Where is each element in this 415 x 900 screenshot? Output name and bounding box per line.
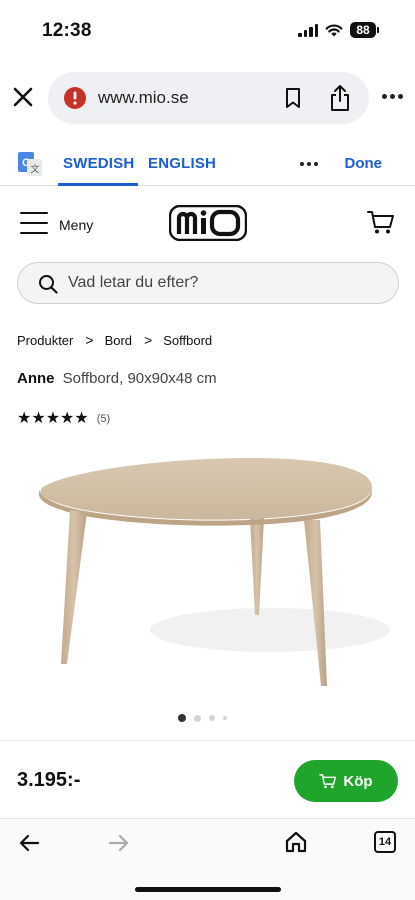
product-price: 3.195:- xyxy=(17,769,81,791)
google-translate-icon: G 文 xyxy=(18,152,42,176)
buy-button[interactable]: Köp xyxy=(294,760,398,802)
search-input[interactable] xyxy=(68,263,378,303)
browser-url-bar: www.mio.se xyxy=(0,70,415,128)
cart-icon xyxy=(319,774,337,789)
carousel-dot[interactable] xyxy=(223,716,227,720)
url-text[interactable]: www.mio.se xyxy=(98,88,189,108)
translate-done-button[interactable]: Done xyxy=(345,155,383,172)
active-tab-indicator xyxy=(58,183,138,186)
table-leg-front-left xyxy=(61,510,87,664)
tab-count-button[interactable]: 14 xyxy=(374,831,396,853)
product-description: Soffbord, 90x90x48 cm xyxy=(62,370,217,387)
buy-button-label: Köp xyxy=(343,772,373,790)
carousel-dot[interactable] xyxy=(194,714,201,722)
cellular-signal-icon xyxy=(298,23,318,37)
svg-text:文: 文 xyxy=(31,163,40,175)
status-icons: 88 xyxy=(298,22,379,38)
chevron-right-icon: > xyxy=(85,332,94,348)
menu-label[interactable]: Meny xyxy=(59,217,93,233)
back-arrow-icon[interactable] xyxy=(18,833,40,853)
translate-options-icon[interactable] xyxy=(300,162,318,166)
breadcrumb: Produkter > Bord > Soffbord xyxy=(17,332,212,348)
review-count[interactable]: (5) xyxy=(97,413,110,425)
battery-level: 88 xyxy=(350,22,376,38)
bookmark-icon[interactable] xyxy=(282,86,304,110)
cart-icon[interactable] xyxy=(367,209,395,235)
product-name: Anne xyxy=(17,370,55,387)
image-carousel-dots[interactable] xyxy=(178,714,227,722)
status-bar: 12:38 88 xyxy=(0,0,415,62)
tab-swedish[interactable]: SWEDISH xyxy=(63,155,134,172)
warning-icon[interactable] xyxy=(63,86,87,110)
tab-english[interactable]: ENGLISH xyxy=(148,155,216,172)
browser-bottom-nav: 14 xyxy=(0,818,415,900)
forward-arrow-icon[interactable] xyxy=(108,833,130,853)
status-time: 12:38 xyxy=(42,20,92,41)
home-indicator xyxy=(135,887,281,892)
price-bar: 3.195:- Köp xyxy=(0,740,415,818)
battery-icon: 88 xyxy=(350,22,379,38)
translate-bar: G 文 SWEDISH ENGLISH Done xyxy=(0,140,415,186)
hamburger-icon[interactable] xyxy=(20,212,48,234)
share-icon[interactable] xyxy=(328,84,352,112)
home-icon[interactable] xyxy=(284,830,308,854)
breadcrumb-item-soffbord[interactable]: Soffbord xyxy=(163,333,212,348)
browser-menu-icon[interactable] xyxy=(382,94,403,99)
site-logo[interactable] xyxy=(169,205,247,241)
carousel-dot[interactable] xyxy=(178,714,186,722)
breadcrumb-item-bord[interactable]: Bord xyxy=(105,333,132,348)
table-leg-back xyxy=(250,518,264,615)
carousel-dot[interactable] xyxy=(209,715,215,721)
chevron-right-icon: > xyxy=(144,332,153,348)
site-header: Meny xyxy=(0,196,415,256)
product-image[interactable] xyxy=(20,440,395,705)
wifi-icon xyxy=(325,24,343,37)
table-leg-front-right xyxy=(304,520,327,686)
table-top xyxy=(40,457,373,520)
search-bar[interactable] xyxy=(17,262,399,304)
breadcrumb-item-produkter[interactable]: Produkter xyxy=(17,333,73,348)
rating-stars: ★★★★★ xyxy=(17,410,89,427)
close-icon[interactable] xyxy=(12,86,34,108)
address-bar[interactable]: www.mio.se xyxy=(48,72,369,124)
search-icon[interactable] xyxy=(38,274,58,294)
product-rating[interactable]: ★★★★★ (5) xyxy=(17,411,110,427)
product-title: Anne Soffbord, 90x90x48 cm xyxy=(17,370,217,387)
